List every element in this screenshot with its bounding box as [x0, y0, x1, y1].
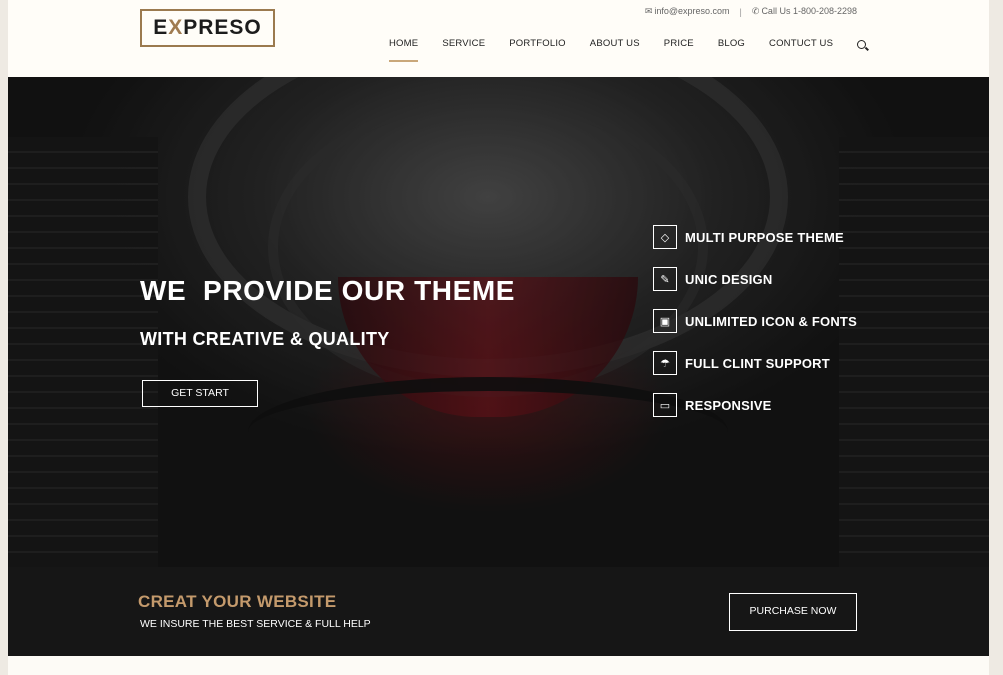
contact-separator: | — [739, 6, 742, 17]
feature-item: ☂ FULL CLINT SUPPORT — [653, 351, 830, 375]
nav-home[interactable]: HOME — [389, 38, 419, 62]
main-nav: HOME SERVICE PORTFOLIO ABOUT US PRICE BL… — [389, 38, 867, 62]
feature-label: UNLIMITED ICON & FONTS — [685, 313, 857, 329]
site-header: E X PRESO ✉ info@expreso.com | ✆ Call Us 1-8… — [8, 0, 989, 77]
page: E X PRESO ✉ info@expreso.com | ✆ Call Us 1-8… — [8, 0, 989, 675]
hero-section: WE PROVIDE OUR THEME WITH CREATIVE & QUA… — [8, 77, 989, 567]
search-icon[interactable] — [857, 39, 867, 49]
pencil-icon: ✎ — [653, 267, 677, 291]
desktop-icon: ▭ — [653, 393, 677, 417]
feature-item: ◇ MULTI PURPOSE THEME — [653, 225, 844, 249]
nav-service[interactable]: SERVICE — [442, 38, 485, 60]
nav-contact-us[interactable]: CONTUCT US — [769, 38, 833, 60]
logo-rest: PRESO — [183, 16, 262, 39]
nav-about-us[interactable]: ABOUT US — [590, 38, 640, 60]
diamond-icon: ◇ — [653, 225, 677, 249]
feature-item: ▭ RESPONSIVE — [653, 393, 772, 417]
phone-text: Call Us 1-800-208-2298 — [761, 6, 857, 16]
feature-item: ✎ UNIC DESIGN — [653, 267, 772, 291]
purchase-now-button[interactable]: PURCHASE NOW — [729, 593, 857, 631]
cta-bar: CREAT YOUR WEBSITE WE INSURE THE BEST SE… — [8, 567, 989, 656]
top-contact-bar: ✉ info@expreso.com | ✆ Call Us 1-800-208-2… — [645, 6, 857, 17]
cta-subtitle: WE INSURE THE BEST SERVICE & FULL HELP — [140, 618, 371, 630]
email-contact[interactable]: ✉ info@expreso.com — [645, 6, 730, 17]
site-logo[interactable]: E X PRESO — [140, 9, 275, 47]
logo-first: E — [153, 16, 169, 39]
umbrella-icon: ☂ — [653, 351, 677, 375]
cta-title: CREAT YOUR WEBSITE — [138, 592, 337, 611]
feature-label: FULL CLINT SUPPORT — [685, 355, 830, 371]
feature-label: MULTI PURPOSE THEME — [685, 229, 844, 245]
get-start-button[interactable]: GET START — [142, 380, 258, 407]
feature-label: RESPONSIVE — [685, 397, 772, 413]
phone-contact: ✆ Call Us 1-800-208-2298 — [752, 6, 857, 17]
nav-price[interactable]: PRICE — [664, 38, 694, 60]
feature-label: UNIC DESIGN — [685, 271, 773, 287]
briefcase-icon: ▣ — [653, 309, 677, 333]
feature-item: ▣ UNLIMITED ICON & FONTS — [653, 309, 857, 333]
nav-portfolio[interactable]: PORTFOLIO — [509, 38, 566, 60]
envelope-icon: ✉ — [644, 6, 653, 16]
hero-title: WE PROVIDE OUR THEME — [140, 275, 516, 306]
email-text: info@expreso.com — [654, 6, 730, 16]
phone-icon: ✆ — [751, 6, 760, 16]
hero-subtitle: WITH CREATIVE & QUALITY — [140, 329, 390, 349]
nav-blog[interactable]: BLOG — [718, 38, 745, 60]
logo-accent: X — [168, 16, 184, 39]
